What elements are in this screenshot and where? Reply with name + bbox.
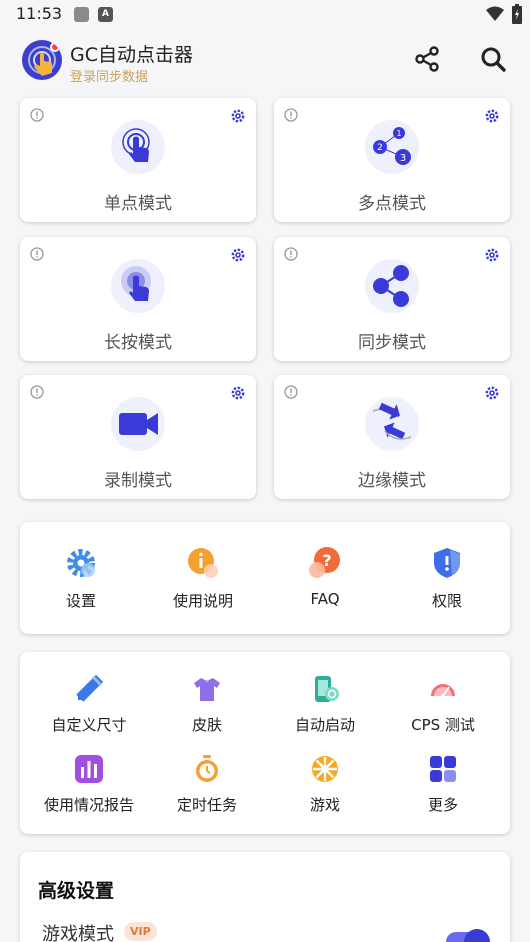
info-icon[interactable] (284, 247, 298, 261)
long-press-icon (111, 259, 165, 313)
tools-panel: 自定义尺寸 皮肤 自动启动 CPS 测试 使用情况报告 定时任务 游戏 更多 (20, 652, 510, 834)
mode-label: 边缘模式 (358, 471, 426, 491)
tool-timer[interactable]: 定时任务 (146, 754, 268, 815)
ruler-icon (76, 674, 104, 702)
mode-card-record[interactable]: 录制模式 (20, 375, 256, 499)
tool-usage-report[interactable]: 使用情况报告 (28, 754, 150, 815)
gear-icon[interactable] (484, 385, 500, 401)
tool-game[interactable]: 游戏 (264, 754, 386, 815)
battery-icon (512, 4, 522, 24)
mode-label: 录制模式 (104, 471, 172, 491)
quick-actions-panel: 设置 使用说明 ? FAQ 权限 (20, 522, 510, 634)
gear-icon[interactable] (230, 247, 246, 263)
tool-label: CPS 测试 (411, 716, 475, 734)
tool-label: 定时任务 (176, 796, 237, 814)
game-mode-toggle[interactable] (446, 929, 490, 942)
mode-card-single[interactable]: 单点模式 (20, 98, 256, 222)
gear-icon[interactable] (484, 247, 500, 263)
skin-icon (194, 678, 220, 701)
multi-tap-icon: 1 2 3 (365, 120, 419, 174)
quick-label: FAQ (310, 590, 340, 608)
app-title: GC自动点击器 (70, 44, 193, 66)
info-icon[interactable] (30, 247, 44, 261)
timer-icon (196, 755, 218, 782)
quick-label: 权限 (431, 592, 462, 610)
faq-icon: ? (309, 547, 340, 578)
advanced-settings-panel: 高级设置 游戏模式 VIP (20, 852, 510, 942)
mode-card-longpress[interactable]: 长按模式 (20, 237, 256, 361)
app-header: GC自动点击器 登录同步数据 (0, 28, 530, 92)
quick-settings[interactable]: 设置 (20, 546, 142, 611)
tool-label: 自定义尺寸 (51, 716, 127, 734)
svg-text:2: 2 (377, 143, 383, 153)
share-icon[interactable] (412, 44, 442, 74)
quick-instructions[interactable]: 使用说明 (142, 546, 264, 611)
info-icon[interactable] (284, 108, 298, 122)
settings-icon (67, 549, 95, 577)
status-time: 11:53 (16, 4, 63, 23)
quick-permission[interactable]: 权限 (386, 546, 508, 611)
sync-icon (365, 259, 419, 313)
more-icon (430, 756, 456, 782)
report-icon (75, 755, 103, 783)
svg-text:3: 3 (400, 153, 406, 164)
single-tap-icon (111, 120, 165, 174)
speedometer-icon (431, 684, 455, 698)
svg-text:1: 1 (396, 129, 401, 138)
instructions-icon (188, 548, 218, 578)
tool-custom-size[interactable]: 自定义尺寸 (28, 674, 150, 735)
game-mode-label: 游戏模式 (42, 924, 114, 942)
mode-label: 同步模式 (358, 333, 426, 353)
notification-icon (74, 7, 89, 22)
login-sync-link[interactable]: 登录同步数据 (70, 66, 148, 85)
record-icon (111, 397, 165, 451)
tool-more[interactable]: 更多 (382, 754, 504, 815)
mode-card-multi[interactable]: 1 2 3 多点模式 (274, 98, 510, 222)
wifi-icon (486, 6, 504, 21)
gear-icon[interactable] (230, 108, 246, 124)
tool-label: 皮肤 (191, 716, 222, 734)
tool-skin[interactable]: 皮肤 (146, 674, 268, 735)
permission-icon (434, 548, 460, 578)
vip-badge: VIP (124, 922, 157, 941)
advanced-settings-title: 高级设置 (38, 880, 115, 902)
quick-label: 使用说明 (172, 592, 233, 610)
quick-label: 设置 (65, 592, 96, 610)
mode-card-sync[interactable]: 同步模式 (274, 237, 510, 361)
notification-a-icon: A (98, 7, 113, 22)
status-bar: 11:53 A (0, 0, 530, 28)
mode-label: 长按模式 (104, 333, 172, 353)
tool-label: 自动启动 (294, 716, 355, 734)
quick-faq[interactable]: ? FAQ (264, 546, 386, 608)
tool-label: 使用情况报告 (43, 796, 134, 814)
tool-label: 游戏 (309, 796, 340, 814)
mode-card-edge[interactable]: 边缘模式 (274, 375, 510, 499)
info-icon[interactable] (30, 385, 44, 399)
edge-icon (365, 397, 419, 451)
app-logo-icon (22, 40, 62, 80)
info-icon[interactable] (284, 385, 298, 399)
info-icon[interactable] (30, 108, 44, 122)
search-icon[interactable] (478, 44, 508, 74)
tool-label: 更多 (427, 796, 458, 814)
autostart-icon (315, 676, 339, 702)
gear-icon[interactable] (230, 385, 246, 401)
gear-icon[interactable] (484, 108, 500, 124)
game-icon (312, 756, 338, 782)
mode-label: 多点模式 (358, 194, 426, 214)
mode-label: 单点模式 (104, 194, 172, 214)
tool-autostart[interactable]: 自动启动 (264, 674, 386, 735)
tool-cps-test[interactable]: CPS 测试 (382, 674, 504, 735)
